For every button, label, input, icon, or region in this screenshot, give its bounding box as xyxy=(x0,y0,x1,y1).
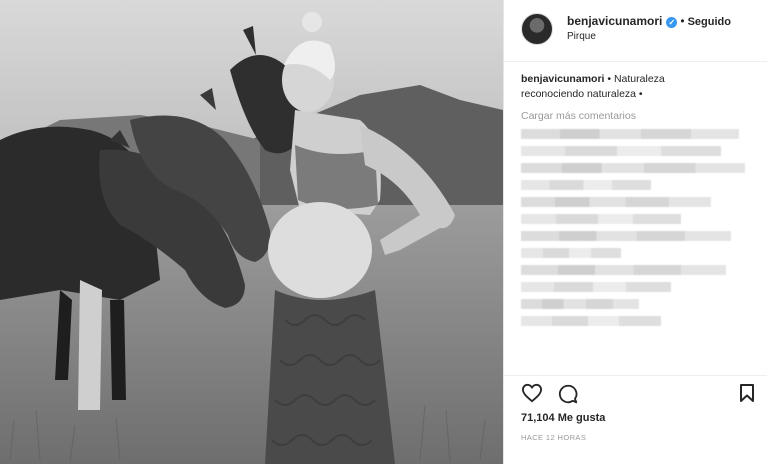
blurred-comment xyxy=(521,163,745,173)
caption-text-line1: • Naturaleza xyxy=(607,73,665,85)
blurred-comment xyxy=(521,282,671,292)
blurred-comment xyxy=(521,231,731,241)
blurred-comment xyxy=(521,248,621,258)
location-link[interactable]: Pirque xyxy=(567,31,596,42)
comments-section: benjavicunamori • Naturaleza reconociend… xyxy=(521,72,753,326)
comment-icon[interactable] xyxy=(557,383,579,410)
follow-status-button[interactable]: Seguido xyxy=(688,16,731,28)
separator-dot: • xyxy=(680,14,685,28)
caption-text-line2: reconociendo naturaleza • xyxy=(521,88,643,100)
verified-badge-icon: ✓ xyxy=(666,17,678,28)
username-link[interactable]: benjavicunamori xyxy=(567,14,662,28)
post-sidebar: benjavicunamori ✓ • Seguido Pirque benjavic… xyxy=(503,0,767,464)
caption-username[interactable]: benjavicunamori xyxy=(521,73,604,85)
load-more-comments-button[interactable]: Cargar más comentarios xyxy=(521,110,753,122)
post-photo[interactable] xyxy=(0,0,503,464)
blurred-comment xyxy=(521,316,661,326)
post-caption: benjavicunamori • Naturaleza reconociend… xyxy=(521,72,753,102)
action-bar xyxy=(521,383,757,407)
like-count[interactable]: 71,104 Me gusta xyxy=(521,412,605,424)
avatar[interactable] xyxy=(521,13,553,45)
post-header: benjavicunamori ✓ • Seguido Pirque xyxy=(504,0,767,62)
blurred-comment xyxy=(521,129,739,139)
bookmark-icon[interactable] xyxy=(739,383,755,408)
post-image-illustration xyxy=(0,0,503,464)
heart-icon[interactable] xyxy=(521,383,543,408)
blurred-comment xyxy=(521,146,721,156)
header-username-line: benjavicunamori ✓ • Seguido xyxy=(567,14,731,28)
blurred-comment xyxy=(521,214,681,224)
blurred-comment xyxy=(521,265,726,275)
blurred-comment xyxy=(521,180,651,190)
blurred-comment xyxy=(521,197,711,207)
actions-divider xyxy=(504,375,767,376)
blurred-comment xyxy=(521,299,639,309)
blurred-comments xyxy=(521,129,753,326)
post-timestamp: HACE 12 HORAS xyxy=(521,433,587,442)
